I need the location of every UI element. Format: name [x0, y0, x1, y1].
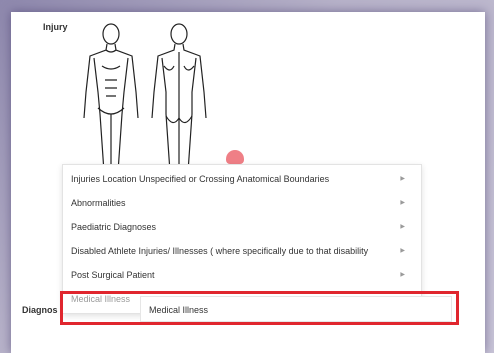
- highlight-box: [60, 291, 459, 325]
- menu-item-post-surgical[interactable]: Post Surgical Patient ▶: [63, 263, 421, 287]
- menu-item-label: Post Surgical Patient: [71, 270, 155, 280]
- menu-item-label: Disabled Athlete Injuries/ Illnesses ( w…: [71, 246, 369, 256]
- submenu-arrow-icon: ▶: [400, 248, 405, 254]
- submenu-arrow-icon: ▶: [400, 272, 405, 278]
- submenu-arrow-icon: ▶: [400, 224, 405, 230]
- menu-item-label: Paediatric Diagnoses: [71, 222, 157, 232]
- menu-item-label: Injuries Location Unspecified or Crossin…: [71, 174, 330, 184]
- body-back-icon[interactable]: [151, 23, 207, 172]
- menu-item-paediatric-diagnoses[interactable]: Paediatric Diagnoses ▶: [63, 215, 421, 239]
- body-front-icon[interactable]: [83, 23, 139, 172]
- submenu-arrow-icon: ▶: [400, 200, 405, 206]
- injury-label: Injury: [43, 22, 68, 32]
- body-diagram[interactable]: [78, 22, 212, 172]
- menu-item-label: Abnormalities: [71, 198, 126, 208]
- menu-item-unspecified-location[interactable]: Injuries Location Unspecified or Crossin…: [63, 167, 421, 191]
- menu-item-disabled-athlete[interactable]: Disabled Athlete Injuries/ Illnesses ( w…: [63, 239, 421, 263]
- injury-marker[interactable]: [226, 150, 244, 164]
- menu-item-abnormalities[interactable]: Abnormalities ▶: [63, 191, 421, 215]
- submenu-arrow-icon: ▶: [400, 176, 405, 182]
- diagnosis-label: Diagnos: [22, 305, 58, 315]
